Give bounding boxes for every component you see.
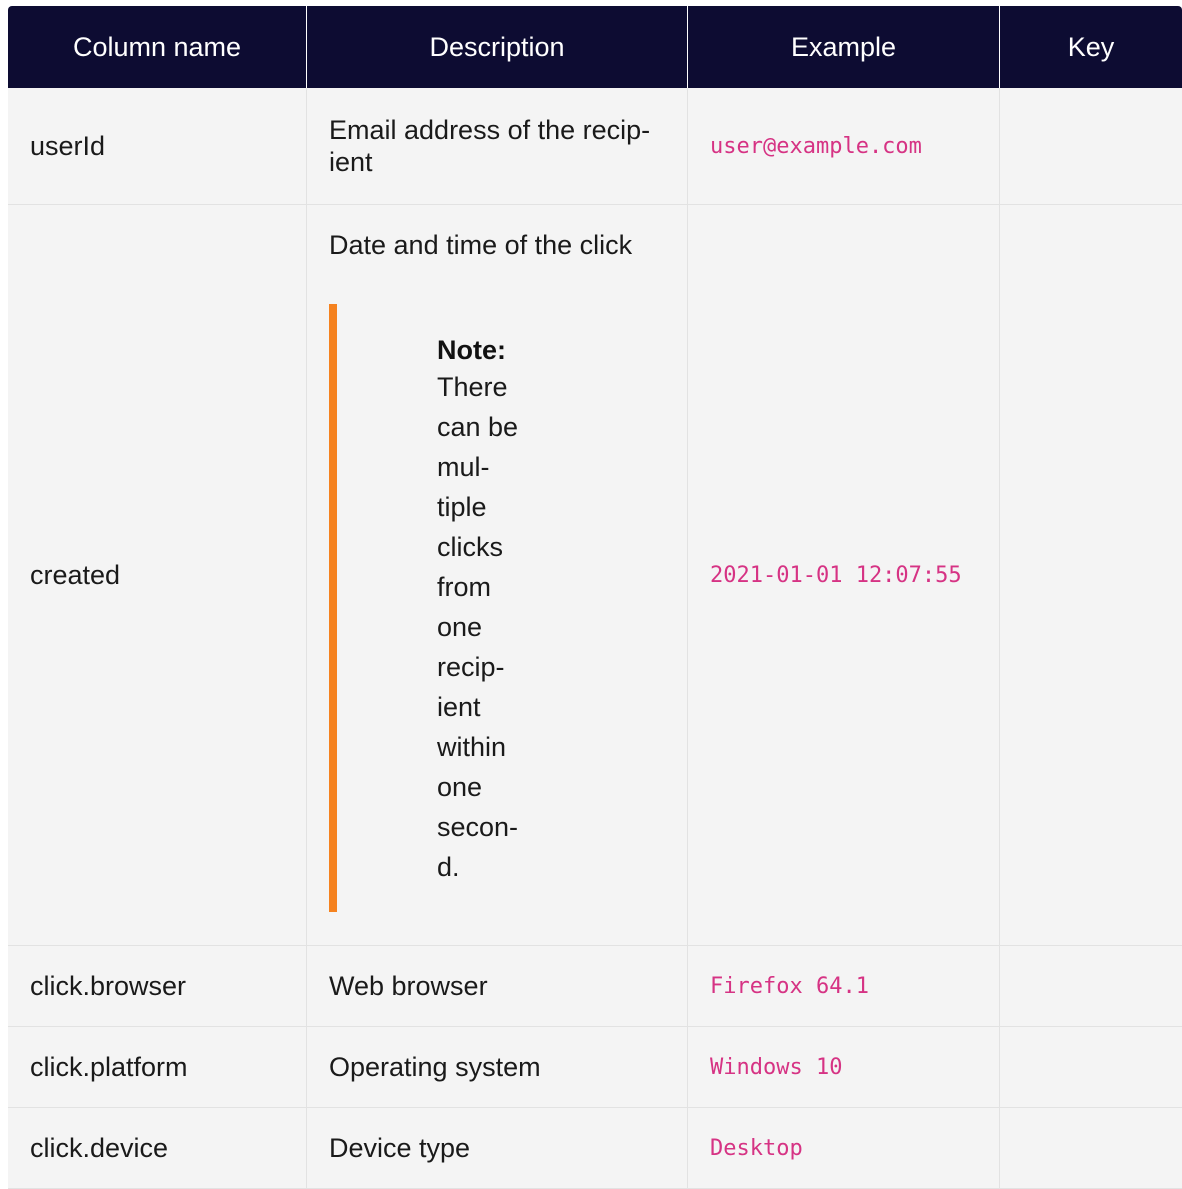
- note-line: from: [437, 572, 491, 602]
- note-callout: Note: There can be mul- tiple clicks fro…: [329, 304, 549, 912]
- key-cell: [1000, 1108, 1182, 1188]
- column-name-cell: userId: [8, 88, 307, 204]
- example-cell: user@example.com: [688, 88, 1000, 204]
- note-line: recip-: [437, 652, 505, 682]
- note-line: can be: [437, 412, 519, 442]
- example-code: Firefox 64.1: [710, 973, 869, 999]
- key-cell: [1000, 946, 1182, 1026]
- header-description: Description: [307, 6, 688, 88]
- example-code: Windows 10: [710, 1054, 843, 1080]
- table-row: click.browser Web browser Firefox 64.1: [8, 946, 1182, 1027]
- data-table: Column name Description Example Key user…: [8, 6, 1182, 1189]
- example-cell: Desktop: [688, 1108, 1000, 1188]
- note-line: d.: [437, 852, 460, 882]
- description-cell: Device type: [307, 1108, 688, 1188]
- description-lead: Date and time of the click: [329, 230, 633, 260]
- column-name-cell: click.browser: [8, 946, 307, 1026]
- table-row: click.platform Operating system Windows …: [8, 1027, 1182, 1108]
- note-line: tiple: [437, 492, 487, 522]
- example-cell: 2021-01-01 12:07:55: [688, 205, 1000, 945]
- table-row: userId Email address of the recip- ient …: [8, 88, 1182, 205]
- example-code: Desktop: [710, 1135, 803, 1161]
- key-cell: [1000, 205, 1182, 945]
- note-line: secon-: [437, 812, 519, 842]
- example-cell: Windows 10: [688, 1027, 1000, 1107]
- description-cell: Operating system: [307, 1027, 688, 1107]
- note-line: clicks: [437, 532, 503, 562]
- column-name-cell: created: [8, 205, 307, 945]
- key-cell: [1000, 88, 1182, 204]
- key-cell: [1000, 1027, 1182, 1107]
- description-cell: Date and time of the click Note: There c…: [307, 205, 688, 945]
- description-cell: Web browser: [307, 946, 688, 1026]
- description-line: Email address of the recip-: [329, 115, 651, 145]
- table-row: created Date and time of the click Note:…: [8, 205, 1182, 946]
- description-line: ient: [329, 147, 373, 177]
- header-key: Key: [1067, 31, 1115, 62]
- table-header-row: Column name Description Example Key: [8, 6, 1182, 88]
- note-line: mul-: [437, 452, 490, 482]
- note-line: one: [437, 612, 483, 642]
- note-line: There: [437, 372, 508, 402]
- note-title: Note:: [437, 335, 506, 365]
- example-cell: Firefox 64.1: [688, 946, 1000, 1026]
- description-cell: Email address of the recip- ient: [307, 88, 688, 204]
- column-name-cell: click.device: [8, 1108, 307, 1188]
- note-line: one: [437, 772, 483, 802]
- example-code: 2021-01-01 12:07:55: [710, 562, 962, 588]
- header-example: Example: [688, 6, 1000, 88]
- example-code: user@example.com: [710, 133, 922, 159]
- column-name-cell: click.platform: [8, 1027, 307, 1107]
- note-line: within: [437, 732, 507, 762]
- header-column-name: Column name: [8, 6, 307, 88]
- note-line: ient: [437, 692, 481, 722]
